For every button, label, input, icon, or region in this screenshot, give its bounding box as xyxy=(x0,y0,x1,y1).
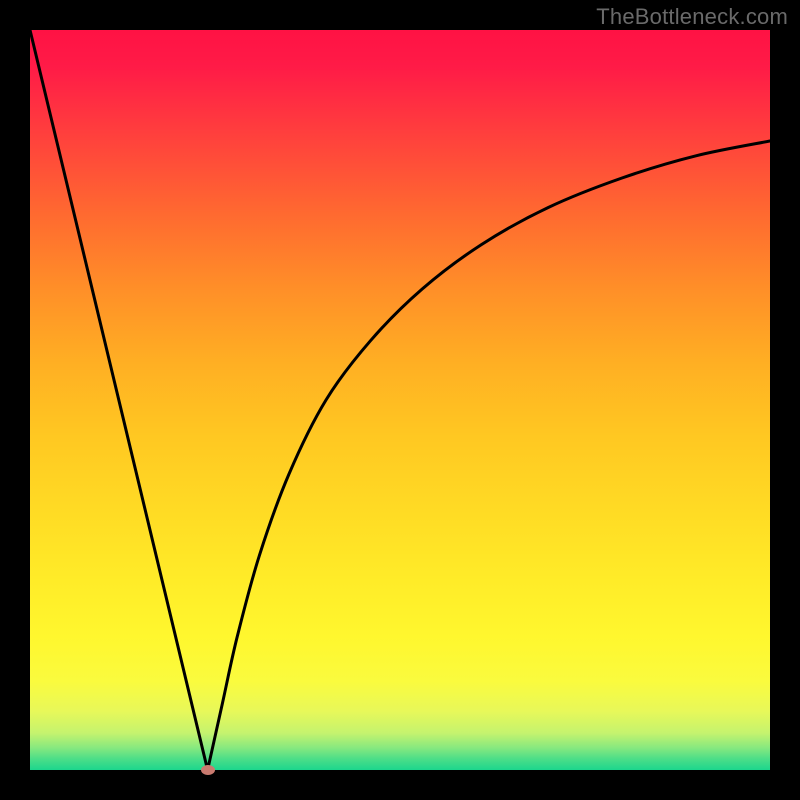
curve-path xyxy=(30,30,770,770)
watermark-text: TheBottleneck.com xyxy=(596,4,788,30)
minimum-marker xyxy=(201,765,215,775)
curve-svg xyxy=(30,30,770,770)
chart-frame: TheBottleneck.com xyxy=(0,0,800,800)
plot-area xyxy=(30,30,770,770)
